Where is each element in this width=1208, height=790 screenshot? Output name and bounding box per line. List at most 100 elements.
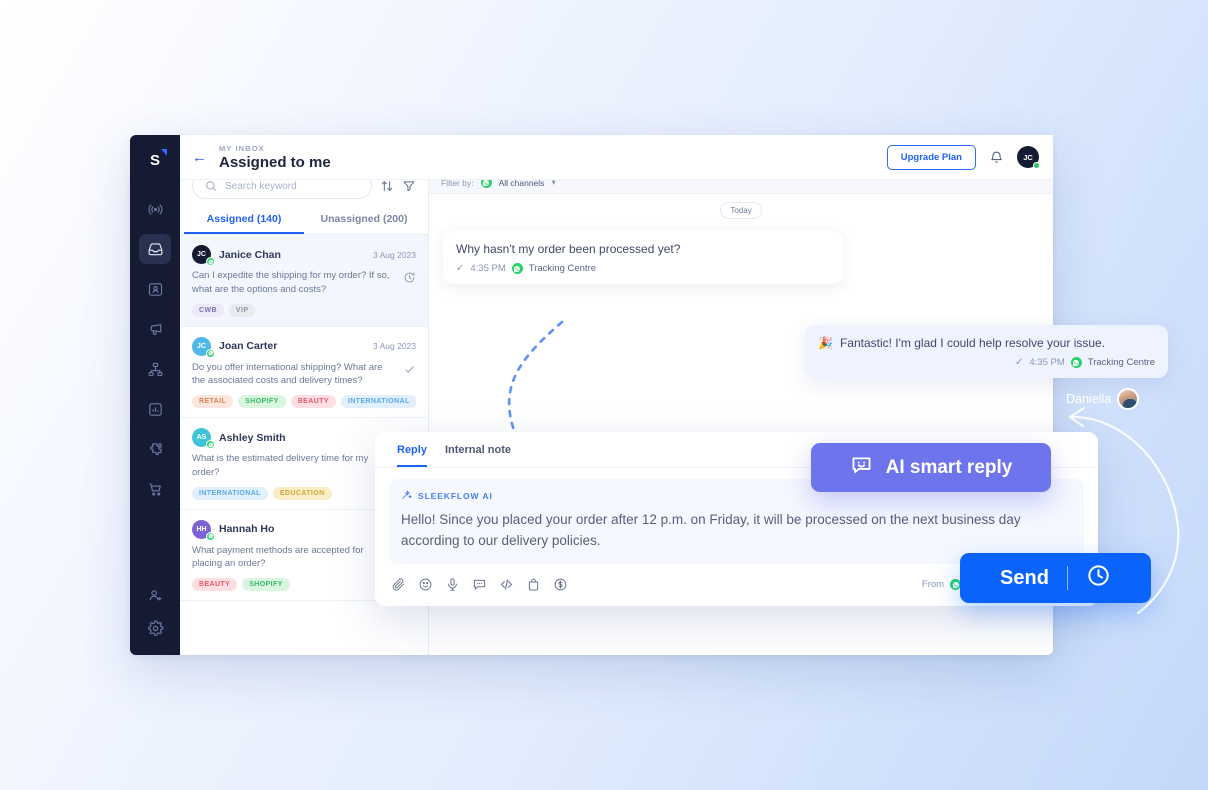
avatar: AS — [192, 428, 211, 447]
cursor-label: Daniella — [1066, 388, 1139, 410]
conversation-preview: Do you offer international shipping? Wha… — [192, 361, 416, 389]
day-divider: Today — [720, 202, 762, 219]
user-avatar-initials: JC — [1023, 153, 1033, 162]
rail-item-invite-user[interactable] — [139, 580, 171, 610]
check-icon — [403, 363, 416, 376]
rail-item-analytics[interactable] — [139, 394, 171, 424]
tab-internal-note-label: Internal note — [445, 444, 511, 456]
rail-item-integrations[interactable] — [139, 434, 171, 464]
quick-reply-icon[interactable] — [472, 577, 487, 592]
avatar: JC — [192, 245, 211, 264]
inbox-icon — [147, 241, 164, 258]
clock-icon[interactable] — [1086, 563, 1111, 594]
analytics-icon — [147, 401, 164, 418]
rail-item-broadcast[interactable] — [139, 194, 171, 224]
megaphone-icon — [147, 321, 164, 338]
message-text: Fantastic! I'm glad I could help resolve… — [840, 335, 1105, 351]
conversation-item[interactable]: JC Janice Chan 3 Aug 2023 Can I expedite… — [180, 235, 428, 327]
message-bubble-outgoing-wrapper: 🎉 Fantastic! I'm glad I could help resol… — [805, 325, 1168, 378]
upgrade-plan-button[interactable]: Upgrade Plan — [887, 145, 976, 170]
rail-item-contacts[interactable] — [139, 274, 171, 304]
whatsapp-icon — [206, 532, 215, 541]
tag[interactable]: BEAUTY — [291, 395, 336, 408]
magic-wand-icon — [401, 489, 412, 502]
tab-reply-label: Reply — [397, 444, 427, 456]
filter-icon[interactable] — [402, 179, 416, 193]
user-avatar[interactable]: JC — [1017, 146, 1039, 168]
tag[interactable]: CWB — [192, 304, 224, 317]
avatar-initials: JC — [197, 343, 206, 350]
breadcrumb: MY INBOX Assigned to me — [219, 144, 331, 171]
message-time: 4:35 PM — [470, 263, 505, 276]
tag[interactable]: INTERNATIONAL — [192, 487, 268, 500]
message-outgoing-line: 🎉 Fantastic! I'm glad I could help resol… — [818, 335, 1155, 351]
conversation-tags: CWB VIP — [192, 304, 416, 317]
ai-smart-reply-button[interactable]: AI smart reply — [811, 443, 1051, 492]
conversation-date: 3 Aug 2023 — [373, 250, 416, 260]
party-popper-emoji: 🎉 — [818, 335, 833, 351]
rail-item-inbox[interactable] — [139, 234, 171, 264]
tag[interactable]: INTERNATIONAL — [341, 395, 416, 408]
app-logo[interactable]: S — [141, 147, 169, 173]
top-bar: ← MY INBOX Assigned to me Upgrade Plan J… — [180, 135, 1053, 180]
tab-assigned-label: Assigned (140) — [207, 213, 282, 225]
conversation-name: Joan Carter — [219, 340, 365, 352]
online-status-dot — [1033, 162, 1040, 169]
tab-assigned[interactable]: Assigned (140) — [184, 207, 304, 234]
cursor-name: Daniella — [1066, 392, 1111, 406]
app-logo-flag-icon — [161, 149, 167, 156]
page-title: Assigned to me — [219, 154, 331, 171]
list-tabs: Assigned (140) Unassigned (200) — [180, 207, 428, 235]
conversation-item[interactable]: JC Joan Carter 3 Aug 2023 Do you offer i… — [180, 327, 428, 419]
avatar-initials: HH — [196, 526, 206, 533]
invite-user-icon — [147, 587, 164, 604]
tab-internal-note[interactable]: Internal note — [445, 444, 511, 467]
payment-link-icon[interactable] — [553, 577, 568, 592]
message-channel: Tracking Centre — [1088, 357, 1155, 370]
search-placeholder: Search keyword — [225, 181, 297, 192]
send-button[interactable]: Send — [960, 553, 1151, 603]
check-icon: ✓ — [1015, 356, 1023, 370]
code-snippet-icon[interactable] — [499, 577, 514, 592]
rail-item-commerce[interactable] — [139, 474, 171, 504]
conversation-date: 3 Aug 2023 — [373, 341, 416, 351]
bell-icon[interactable] — [989, 150, 1004, 165]
avatar-initials: AS — [197, 434, 207, 441]
tag[interactable]: BEAUTY — [192, 578, 237, 591]
message-channel: Tracking Centre — [529, 263, 596, 276]
sort-icon[interactable] — [380, 179, 394, 193]
ai-badge-label: SLEEKFLOW AI — [418, 491, 493, 501]
microphone-icon[interactable] — [445, 577, 460, 592]
tab-unassigned[interactable]: Unassigned (200) — [304, 207, 424, 234]
message-time: 4:35 PM — [1029, 357, 1064, 370]
tag[interactable]: SHOPIFY — [238, 395, 286, 408]
conversation-preview: Can I expedite the shipping for my order… — [192, 269, 416, 297]
chat-smiley-icon — [850, 453, 873, 482]
conversation-tags: RETAIL SHOPIFY BEAUTY INTERNATIONAL — [192, 395, 416, 408]
whatsapp-icon — [206, 349, 215, 358]
tag[interactable]: VIP — [229, 304, 255, 317]
send-button-label: Send — [1000, 567, 1049, 590]
broadcast-icon — [147, 201, 164, 218]
whatsapp-icon — [1071, 357, 1082, 368]
arrow-left-icon[interactable]: ← — [192, 150, 207, 165]
top-bar-actions: Upgrade Plan JC — [887, 145, 1039, 170]
tag[interactable]: EDUCATION — [273, 487, 332, 500]
composer-draft-text[interactable]: Hello! Since you placed your order after… — [401, 510, 1072, 552]
tag[interactable]: RETAIL — [192, 395, 233, 408]
tab-unassigned-label: Unassigned (200) — [321, 213, 408, 225]
tag[interactable]: SHOPIFY — [242, 578, 290, 591]
search-icon — [204, 179, 218, 193]
conversation-header: JC Joan Carter 3 Aug 2023 — [192, 337, 416, 356]
send-button-divider — [1067, 566, 1068, 590]
message-meta: ✓ 4:35 PM Tracking Centre — [456, 262, 830, 276]
rail-item-flow-builder[interactable] — [139, 354, 171, 384]
message-bubble-incoming: Why hasn't my order been processed yet? … — [443, 231, 843, 284]
rail-item-settings[interactable] — [139, 620, 171, 650]
rail-item-campaigns[interactable] — [139, 314, 171, 344]
tab-reply[interactable]: Reply — [397, 444, 427, 467]
emoji-icon[interactable] — [418, 577, 433, 592]
attachment-icon[interactable] — [391, 577, 406, 592]
integrations-puzzle-icon — [147, 441, 164, 458]
shopping-bag-icon[interactable] — [526, 577, 541, 592]
